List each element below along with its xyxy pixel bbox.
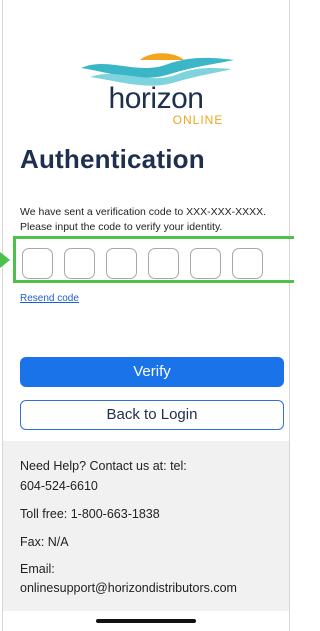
help-toll-free: Toll free: 1-800-663-1838 <box>20 507 160 521</box>
help-section: Need Help? Contact us at: tel: 604-524-6… <box>3 441 289 611</box>
verification-description: We have sent a verification code to XXX-… <box>20 206 267 233</box>
logo-brand-text: horizon <box>109 82 204 115</box>
code-digit-input-5[interactable] <box>190 248 221 279</box>
code-digit-input-3[interactable] <box>106 248 137 279</box>
help-phone: 604-524-6610 <box>20 479 98 493</box>
help-contact-text: Need Help? Contact us at: tel: <box>20 459 187 473</box>
help-email-label: Email: <box>20 562 55 576</box>
home-indicator <box>96 619 196 623</box>
help-email[interactable]: onlinesupport@horizondistributors.com <box>20 579 282 597</box>
page-title: Authentication <box>20 144 205 174</box>
code-digit-input-1[interactable] <box>22 248 53 279</box>
verify-button[interactable]: Verify <box>20 357 284 387</box>
code-digit-input-6[interactable] <box>232 248 263 279</box>
back-to-login-button[interactable]: Back to Login <box>20 400 284 430</box>
logo-tagline-text: ONLINE <box>173 113 224 127</box>
resend-code-link[interactable]: Resend code <box>20 293 79 304</box>
code-digit-input-4[interactable] <box>148 248 179 279</box>
help-fax: Fax: N/A <box>20 535 69 549</box>
sun-icon <box>140 53 184 60</box>
highlight-arrow-icon <box>0 252 10 268</box>
code-digit-input-2[interactable] <box>64 248 95 279</box>
horizon-logo: horizon ONLINE <box>81 53 234 127</box>
verification-code-group <box>13 236 294 283</box>
